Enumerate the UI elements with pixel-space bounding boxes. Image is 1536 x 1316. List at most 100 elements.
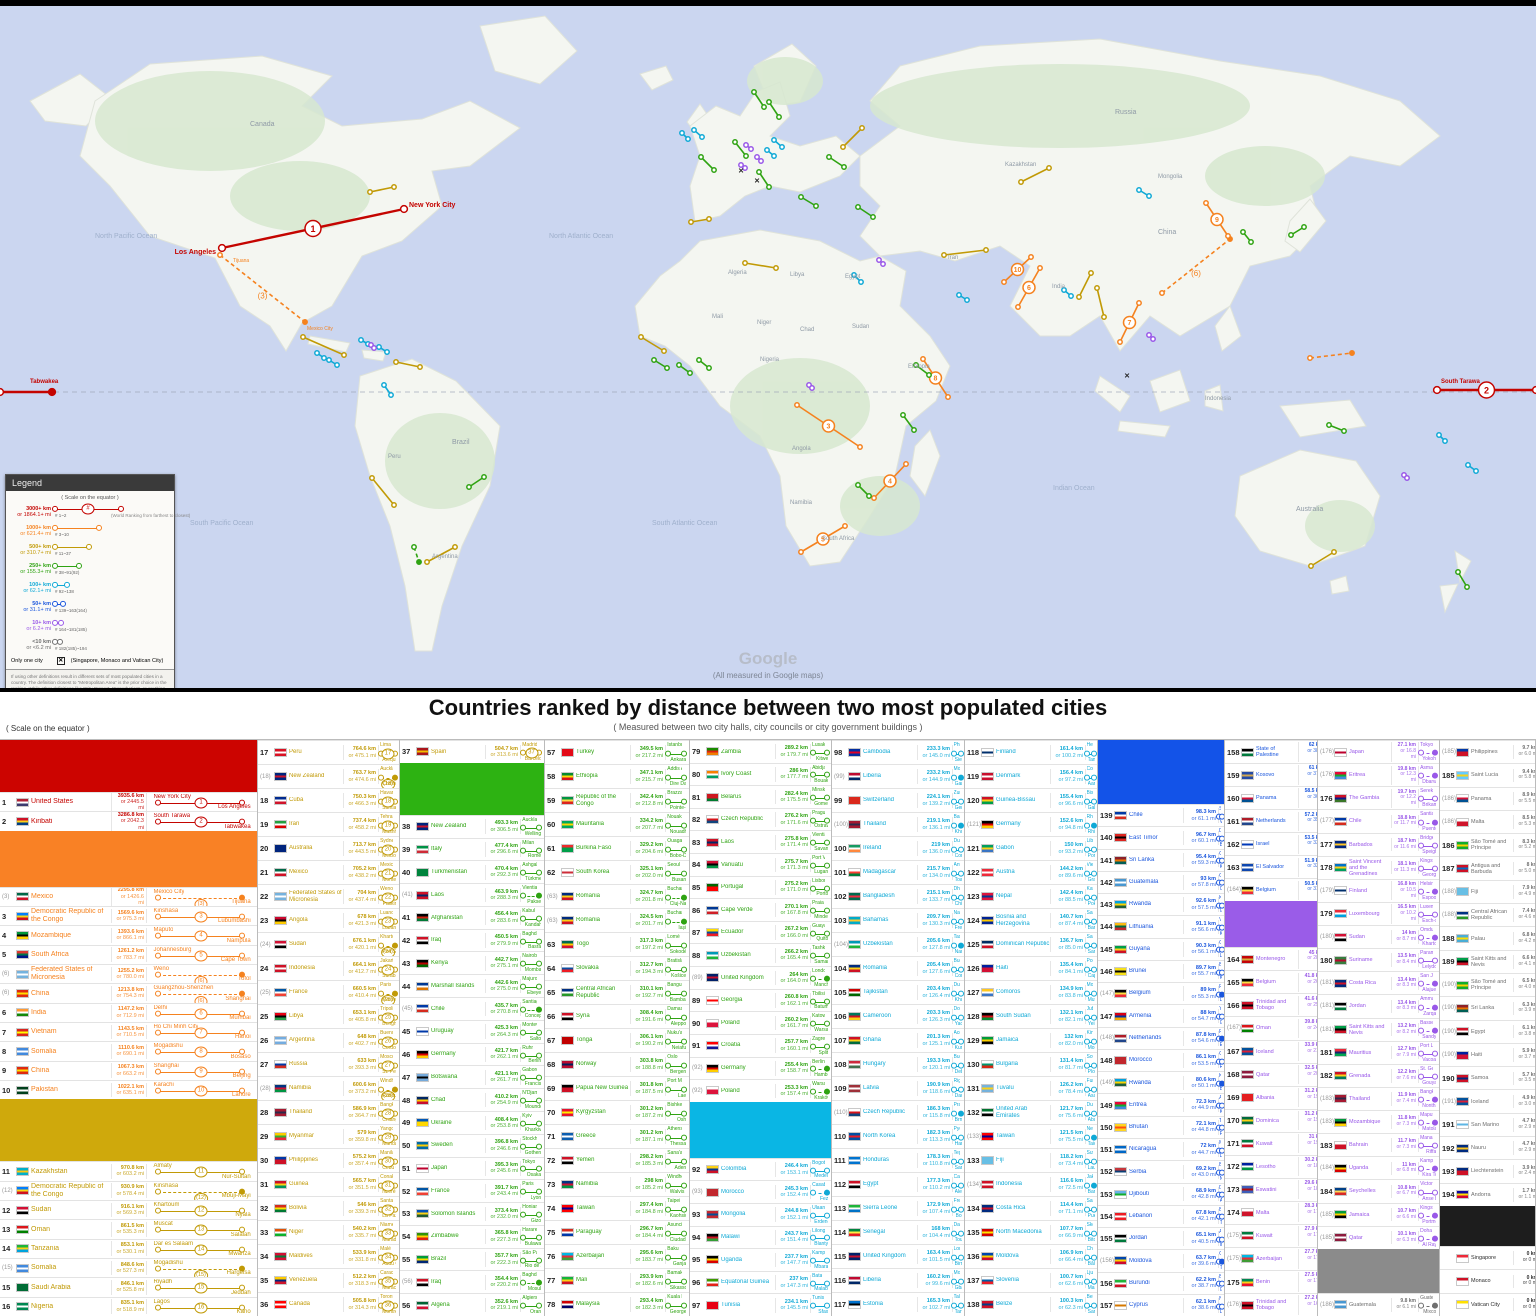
country-flag-icon	[274, 964, 287, 973]
city-a-label: Weno	[380, 886, 393, 892]
country-name: Belize	[996, 1301, 1050, 1308]
country-flag-icon	[1241, 978, 1254, 987]
city-b-label: Neiafu	[672, 1045, 686, 1051]
city-a-label: Bandar Seri Begawan	[1219, 962, 1221, 968]
city-b-label: Brikama	[1422, 802, 1436, 808]
country-name: Chile	[431, 1006, 485, 1013]
city-diagram: YerevanGyumri	[1219, 1005, 1222, 1026]
country-name: Kuwait	[1256, 1141, 1298, 1147]
distance-value: 18.1 kmor 11.3 mi	[1391, 861, 1419, 875]
rank-number: 1	[2, 798, 16, 807]
country-name: Paraguay	[576, 1229, 630, 1236]
city-b-label: Cape Town	[221, 957, 251, 963]
country-name: United Kingdom	[721, 975, 775, 982]
country-name: Botswana	[431, 1074, 485, 1081]
country-flag-icon	[981, 892, 994, 901]
city-diagram: RuhrBerlin	[521, 1044, 542, 1066]
city-diagram: BucharestIași	[666, 909, 687, 932]
rank-number: 178	[1320, 863, 1334, 872]
city-diagram: KarachiLahore10	[147, 1081, 255, 1099]
table-row: 105Tajikistan203.4 kmor 126.4 miDushanbe…	[832, 980, 964, 1004]
city-b-label: Tripoli	[1220, 1220, 1222, 1226]
city-b-label: Dbarwa	[1422, 779, 1436, 785]
table-row: (100)Thailand219.1 kmor 136.1 miBangkokK…	[832, 812, 964, 836]
table-row: 183Bahrain11.7 kmor 7.3 miManamaRiffa	[1318, 1133, 1439, 1156]
country-name: Norway	[576, 1061, 630, 1068]
distance-value: 1261.2 kmor 783.7 mi	[111, 947, 147, 962]
table-row: 40Turkmenistan470.4 kmor 292.3 miAshgaba…	[400, 860, 544, 883]
city-diagram: StockholmGothenburg	[521, 1135, 542, 1157]
distance-value: 4.7 kmor 2.9 mi	[1513, 1118, 1535, 1132]
distance-value: 352.6 kmor 219.1 mi	[485, 1298, 521, 1313]
table-row: Monaco0 kmor 0 miMonaco✕	[1440, 1269, 1535, 1292]
rank-number: (167)	[1227, 1025, 1241, 1031]
table-column: 118Finland161.4 kmor 100.2 miHelsinkiTam…	[965, 740, 1098, 1316]
city-a-label: Tripoli	[380, 1006, 393, 1012]
distance-value: 306.1 kmor 190.2 mi	[630, 1033, 666, 1048]
rank-number: 186	[1442, 841, 1456, 850]
table-row: 68Norway303.8 kmor 188.8 miOsloBergen	[545, 1052, 689, 1076]
table-row: (183)Thailand11.9 kmor 7.4 miBangkokNont…	[1318, 1087, 1439, 1110]
city-a-label: Dakar	[954, 1222, 960, 1228]
table-row: 4Mozambique1393.6 kmor 866.1 miMaputoNam…	[0, 925, 257, 944]
legend-row-swatch: # 38~91(92)	[55, 561, 169, 577]
country-flag-icon	[706, 928, 719, 937]
country-name: Yemen	[576, 1157, 630, 1164]
country-flag-icon	[848, 1156, 861, 1165]
rank-number: (185)	[1320, 1212, 1334, 1218]
city-a-label: Port Moresby	[667, 1078, 682, 1084]
city-b-label: Asau	[1088, 1093, 1095, 1099]
country-name: Kosovo	[1256, 772, 1298, 778]
distance-value: 275.2 kmor 171.0 mi	[775, 880, 811, 895]
distance-value: 39.8 kmor 24.7 mi	[1298, 1019, 1317, 1038]
table-row: (191)Iceland4.9 kmor 3.0 miReykjavíkKópa…	[1440, 1089, 1535, 1112]
city-a-label: Dubai	[1087, 1102, 1093, 1108]
country-flag-icon	[274, 1012, 287, 1021]
city-b-label: Khujand	[955, 997, 962, 1003]
distance-value: 18.8 kmor 11.7 mi	[1391, 815, 1419, 829]
table-row: 37Spain504.7 kmor 313.6 miMadridBarcelon…	[400, 740, 544, 763]
distance-value: 11.9 kmor 7.4 mi	[1391, 1092, 1419, 1106]
country-name: Ukraine	[431, 1120, 485, 1127]
city-b-label: Graz	[1088, 877, 1095, 883]
table-column: 17Peru764.6 kmor 475.1 miLimaArequipa17(…	[258, 740, 400, 1316]
city-diagram: LondonManchester	[811, 967, 829, 989]
city-diagram: ManilaCebu City30	[379, 1149, 397, 1172]
city-b-label: Debrecen	[955, 1069, 962, 1075]
city-a-label: Khartoum	[380, 934, 393, 940]
svg-text:✕: ✕	[738, 168, 744, 175]
distance-value: 27.9 kmor 17.3 mi	[1298, 1226, 1317, 1245]
table-row: 5South Africa1261.2 kmor 783.7 miJohanne…	[0, 945, 257, 964]
country-name: China	[31, 990, 111, 998]
city-a-label: Lisbon	[812, 878, 825, 884]
country-name: Lebanon	[1129, 1213, 1183, 1220]
rank-number: 76	[547, 1252, 561, 1261]
rank-number: (148)	[1100, 1035, 1114, 1041]
table-row: (45)Chile435.7 kmor 270.8 miSantiagoConc…	[400, 997, 544, 1020]
distance-value: 575.2 kmor 357.4 mi	[343, 1153, 379, 1168]
city-diagram: Djibouti CityAli Sabieh	[1219, 1184, 1222, 1205]
city-diagram: BangkokChiang Mai28	[379, 1101, 397, 1124]
city-diagram: TunisSfax	[811, 1294, 829, 1316]
category-band	[690, 1102, 831, 1158]
country-name: Iran	[289, 821, 343, 828]
country-name: Poland	[721, 1088, 775, 1095]
country-flag-icon	[16, 1302, 29, 1311]
city-a-label: Santiago	[1219, 806, 1221, 812]
country-flag-icon	[1241, 1208, 1254, 1217]
distance-value: 410.2 kmor 254.9 mi	[485, 1093, 521, 1108]
city-a-label: Rhine-Ruhr	[1087, 814, 1093, 820]
distance-value: 342.4 kmor 212.8 mi	[630, 793, 666, 808]
distance-value: 107.7 kmor 66.9 mi	[1050, 1225, 1086, 1240]
country-flag-icon	[1114, 900, 1127, 909]
city-b-label: George Town (Penang)	[670, 1309, 686, 1315]
rank-number: (134)	[967, 1182, 981, 1188]
country-flag-icon	[561, 1084, 574, 1093]
rank-badge: 15	[195, 1283, 208, 1294]
country-flag-icon	[561, 820, 574, 829]
country-flag-icon	[274, 1276, 287, 1285]
rank-number: (156)	[1100, 1258, 1114, 1264]
country-flag-icon	[274, 1228, 287, 1237]
country-name: Vanuatu	[721, 862, 775, 869]
city-diagram: KabulKandahar	[521, 907, 542, 929]
